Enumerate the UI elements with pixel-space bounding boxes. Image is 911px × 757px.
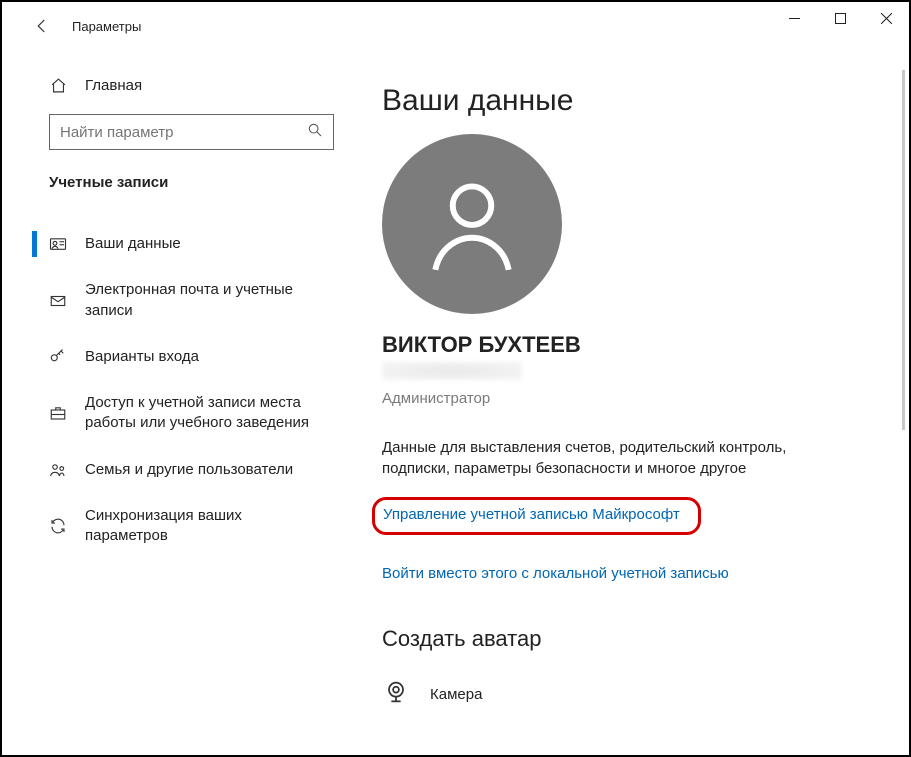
sidebar-item-your-info[interactable]: Ваши данные bbox=[2, 221, 352, 267]
sidebar-item-email-accounts[interactable]: Электронная почта и учетные записи bbox=[2, 267, 352, 334]
sidebar-item-signin-options[interactable]: Варианты входа bbox=[2, 334, 352, 380]
scrollbar[interactable] bbox=[902, 70, 905, 430]
sidebar-home[interactable]: Главная bbox=[2, 70, 352, 100]
sidebar-item-label: Электронная почта и учетные записи bbox=[85, 280, 325, 321]
avatar bbox=[382, 134, 562, 314]
search-input[interactable] bbox=[49, 114, 334, 150]
window-controls bbox=[771, 2, 909, 34]
sidebar-item-label: Варианты входа bbox=[85, 347, 199, 367]
sidebar-item-label: Ваши данные bbox=[85, 234, 181, 254]
sidebar-item-label: Синхронизация ваших параметров bbox=[85, 506, 325, 547]
sidebar-home-label: Главная bbox=[85, 77, 142, 94]
sync-icon bbox=[49, 517, 67, 535]
mail-icon bbox=[49, 292, 67, 310]
camera-option[interactable]: Камера bbox=[382, 678, 879, 710]
search-field[interactable] bbox=[60, 124, 307, 141]
page-title: Ваши данные bbox=[382, 84, 879, 118]
create-avatar-heading: Создать аватар bbox=[382, 626, 879, 652]
manage-microsoft-account-link[interactable]: Управление учетной записью Майкрософт bbox=[383, 506, 680, 523]
highlight-annotation: Управление учетной записью Майкрософт bbox=[372, 497, 701, 535]
sign-in-local-account-link[interactable]: Войти вместо этого с локальной учетной з… bbox=[382, 565, 729, 582]
user-role: Администратор bbox=[382, 390, 879, 407]
user-email-redacted bbox=[382, 362, 522, 380]
briefcase-icon bbox=[49, 404, 67, 422]
window-title: Параметры bbox=[72, 19, 141, 34]
sidebar: Главная Учетные записи Ваши данные Элект… bbox=[2, 50, 352, 755]
main-content: Ваши данные ВИКТОР БУХТЕЕВ Администратор… bbox=[352, 50, 909, 755]
account-description: Данные для выставления счетов, родительс… bbox=[382, 437, 812, 479]
sidebar-item-label: Семья и другие пользователи bbox=[85, 460, 293, 480]
back-button[interactable] bbox=[22, 6, 62, 46]
home-icon bbox=[49, 76, 67, 94]
sidebar-item-label: Доступ к учетной записи места работы или… bbox=[85, 393, 325, 434]
search-icon bbox=[307, 122, 323, 143]
sidebar-item-family[interactable]: Семья и другие пользователи bbox=[2, 447, 352, 493]
sidebar-section-label: Учетные записи bbox=[2, 174, 352, 191]
people-icon bbox=[49, 461, 67, 479]
sidebar-item-sync[interactable]: Синхронизация ваших параметров bbox=[2, 493, 352, 560]
key-icon bbox=[49, 348, 67, 366]
id-card-icon bbox=[49, 235, 67, 253]
camera-icon bbox=[382, 678, 410, 710]
titlebar: Параметры bbox=[2, 2, 909, 50]
sidebar-item-work-access[interactable]: Доступ к учетной записи места работы или… bbox=[2, 380, 352, 447]
minimize-button[interactable] bbox=[771, 2, 817, 34]
camera-label: Камера bbox=[430, 686, 482, 703]
maximize-button[interactable] bbox=[817, 2, 863, 34]
close-button[interactable] bbox=[863, 2, 909, 34]
user-name: ВИКТОР БУХТЕЕВ bbox=[382, 332, 879, 358]
